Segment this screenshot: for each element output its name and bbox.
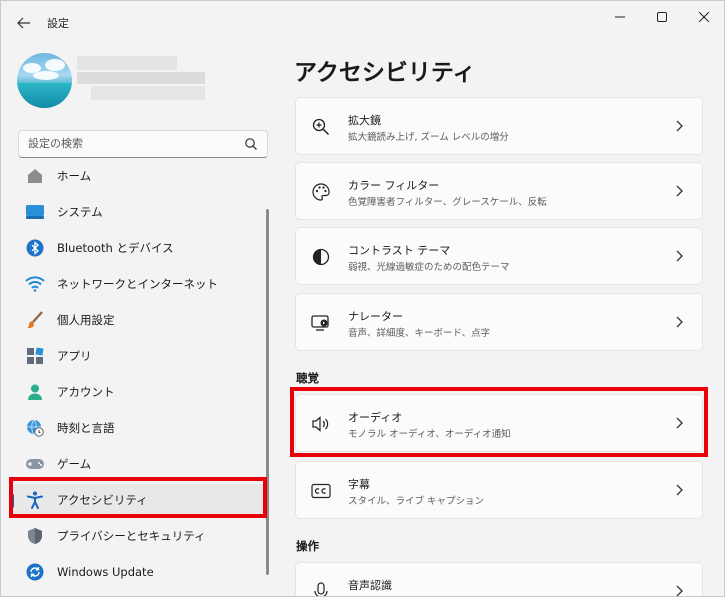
card-magnifier[interactable]: 拡大鏡 拡大鏡読み上げ, ズーム レベルの増分 — [295, 97, 703, 155]
shield-icon — [25, 526, 45, 546]
gamepad-icon — [25, 454, 45, 474]
user-profile[interactable] — [17, 53, 72, 108]
sidebar-item-bluetooth[interactable]: Bluetooth とデバイス — [9, 232, 265, 264]
app-title: 設定 — [47, 17, 69, 30]
highlight-box-audio — [290, 387, 708, 457]
magnifier-icon — [310, 116, 332, 138]
sidebar-item-gaming[interactable]: ゲーム — [9, 448, 265, 480]
highlight-box-accessibility — [9, 477, 267, 518]
sidebar-item-label: 時刻と言語 — [57, 421, 115, 435]
sidebar-item-label: ネットワークとインターネット — [57, 277, 218, 291]
sidebar-item-time-language[interactable]: 時刻と言語 — [9, 412, 265, 444]
card-title: 拡大鏡 — [348, 114, 381, 127]
sidebar-item-label: Windows Update — [57, 565, 154, 579]
sidebar-item-label: アプリ — [57, 349, 92, 363]
sidebar-item-label: ゲーム — [57, 457, 92, 471]
wifi-icon — [25, 274, 45, 294]
bluetooth-icon — [25, 238, 45, 258]
globe-clock-icon — [25, 418, 45, 438]
sidebar-item-windows-update[interactable]: Windows Update — [9, 556, 265, 588]
microphone-icon — [310, 581, 332, 596]
card-speech[interactable]: 音声認識 — [295, 562, 703, 596]
card-narrator[interactable]: ナレーター 音声、詳細度、キーボード、点字 — [295, 293, 703, 351]
avatar — [17, 53, 72, 108]
minimize-button[interactable] — [597, 1, 643, 33]
narrator-icon — [310, 312, 332, 334]
sidebar-item-network[interactable]: ネットワークとインターネット — [9, 268, 265, 300]
palette-icon — [310, 181, 332, 203]
sidebar-item-system[interactable]: システム — [9, 196, 265, 228]
section-heading-hearing: 聴覚 — [296, 371, 319, 385]
sidebar-item-accounts[interactable]: アカウント — [9, 376, 265, 408]
settings-window: 設定 ホーム — [0, 0, 725, 597]
back-arrow-icon — [17, 17, 30, 29]
captions-icon — [310, 480, 332, 502]
search-box[interactable] — [18, 130, 268, 158]
sidebar-item-label: 個人用設定 — [57, 313, 115, 327]
card-title: 音声認識 — [348, 579, 392, 592]
card-title: カラー フィルター — [348, 179, 440, 192]
minimize-icon — [615, 16, 625, 18]
search-input[interactable] — [28, 137, 238, 150]
card-captions[interactable]: 字幕 スタイル、ライブ キャプション — [295, 461, 703, 519]
page-title: アクセシビリティ — [294, 60, 476, 86]
card-subtitle: 弱視、光線過敏症のための配色テーマ — [348, 262, 510, 273]
card-subtitle: スタイル、ライブ キャプション — [348, 496, 485, 507]
chevron-right-icon — [676, 316, 683, 328]
sidebar-item-label: Bluetooth とデバイス — [57, 241, 174, 255]
card-title: ナレーター — [348, 310, 403, 323]
apps-icon — [25, 346, 45, 366]
brush-icon — [25, 310, 45, 330]
update-icon — [25, 562, 45, 582]
home-icon — [25, 167, 45, 186]
section-heading-interaction: 操作 — [296, 539, 319, 553]
card-subtitle: 音声、詳細度、キーボード、点字 — [348, 328, 491, 339]
search-icon[interactable] — [244, 137, 258, 151]
sidebar-nav: ホーム システム Bluetooth とデバイス ネットワークとインターネット … — [1, 167, 273, 596]
sidebar-item-label: システム — [57, 205, 103, 219]
system-icon — [25, 202, 45, 222]
title-bar: 設定 — [1, 1, 724, 45]
sidebar-item-apps[interactable]: アプリ — [9, 340, 265, 372]
maximize-button[interactable] — [639, 1, 685, 33]
chevron-right-icon — [676, 120, 683, 132]
sidebar-item-privacy[interactable]: プライバシーとセキュリティ — [9, 520, 265, 552]
back-button[interactable] — [11, 10, 37, 36]
chevron-right-icon — [676, 484, 683, 496]
card-subtitle: 色覚障害者フィルター、グレースケール、反転 — [348, 197, 547, 208]
card-subtitle: 拡大鏡読み上げ, ズーム レベルの増分 — [348, 132, 509, 143]
close-button[interactable] — [681, 1, 724, 33]
chevron-right-icon — [676, 585, 683, 596]
card-title: コントラスト テーマ — [348, 244, 451, 257]
sidebar-item-label: アカウント — [57, 385, 115, 399]
account-icon — [25, 382, 45, 402]
sidebar-item-label: ホーム — [57, 169, 92, 183]
sidebar-scrollbar[interactable] — [266, 209, 269, 575]
sidebar-item-home[interactable]: ホーム — [9, 167, 265, 192]
chevron-right-icon — [676, 250, 683, 262]
chevron-right-icon — [676, 185, 683, 197]
card-contrast-themes[interactable]: コントラスト テーマ 弱視、光線過敏症のための配色テーマ — [295, 227, 703, 285]
blurred-user-name — [77, 56, 205, 102]
close-icon — [699, 12, 709, 22]
sidebar-item-personalization[interactable]: 個人用設定 — [9, 304, 265, 336]
card-title: 字幕 — [348, 478, 370, 491]
contrast-icon — [310, 246, 332, 268]
maximize-icon — [657, 12, 667, 22]
sidebar-item-label: プライバシーとセキュリティ — [57, 529, 206, 543]
card-color-filters[interactable]: カラー フィルター 色覚障害者フィルター、グレースケール、反転 — [295, 162, 703, 220]
